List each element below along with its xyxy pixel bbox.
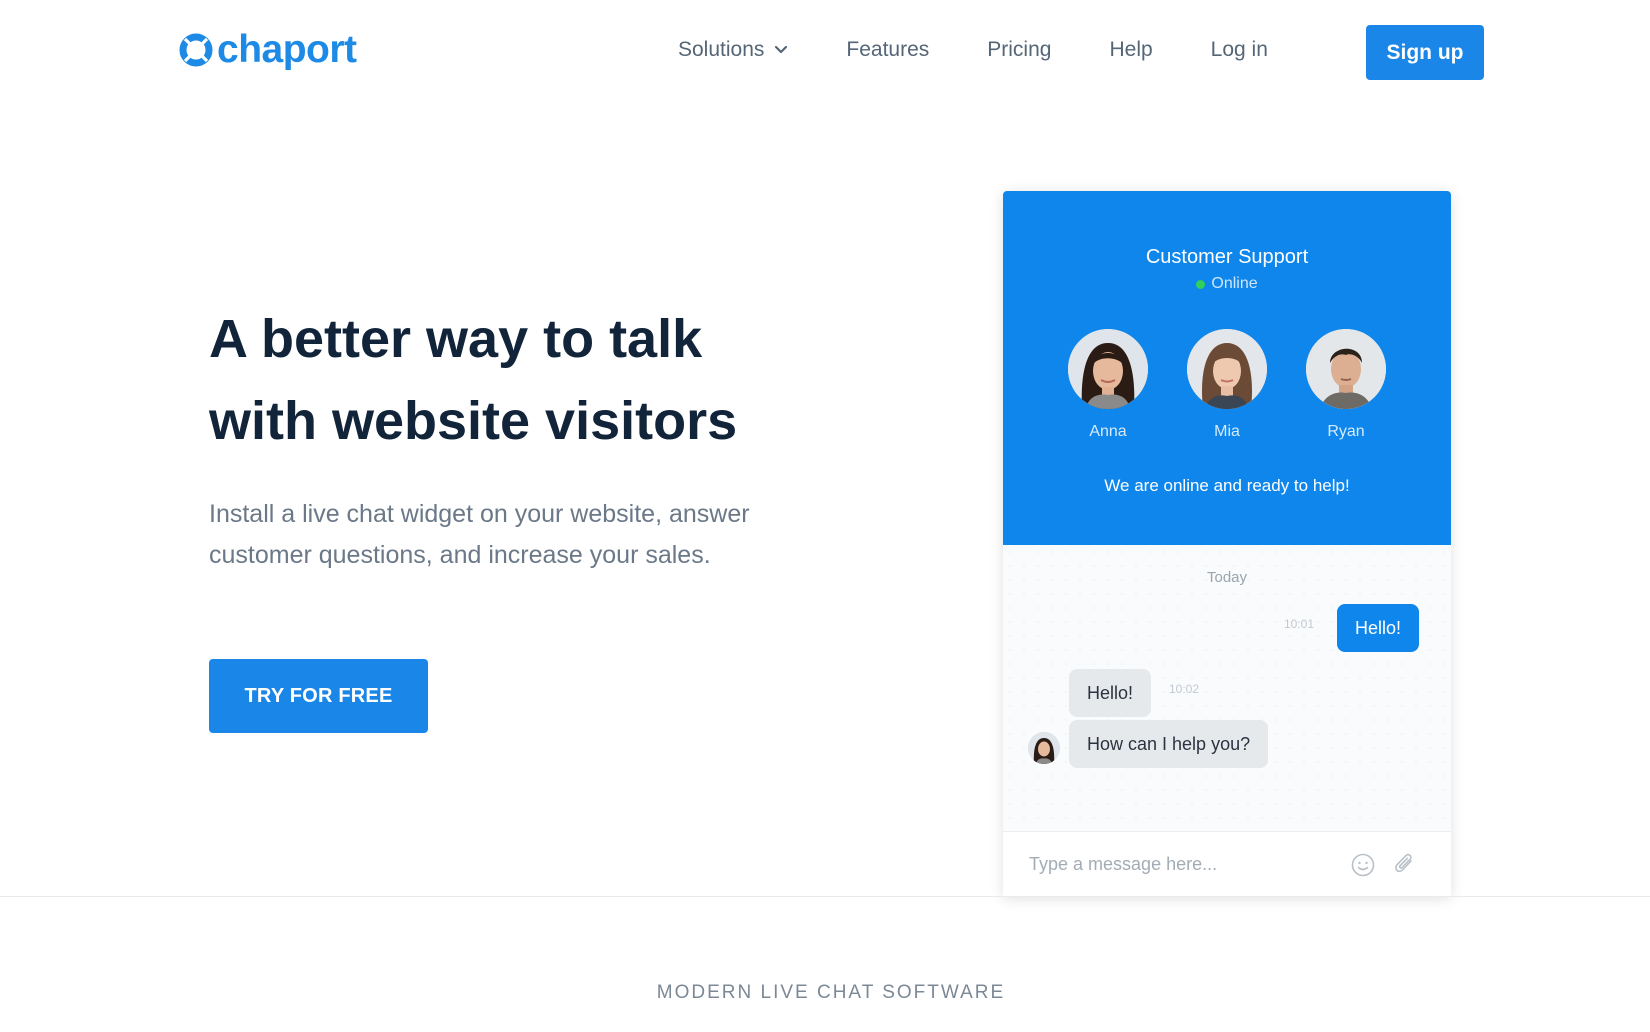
site-header: chaport Solutions Features Pricing Help … [0, 0, 1650, 104]
chat-widget-greeting: We are online and ready to help! [1104, 476, 1350, 495]
chat-widget-preview: Customer Support Online Anna Mia Ryan We… [1003, 191, 1451, 897]
woman-portrait-icon [1068, 329, 1148, 409]
brand-name: chaport [217, 28, 357, 71]
lifebuoy-icon [179, 33, 213, 66]
day-divider: Today [1206, 569, 1248, 586]
nav-features[interactable]: Features [846, 38, 929, 62]
chevron-down-icon [775, 45, 788, 54]
hero-title-line-1: A better way to talk [209, 309, 703, 369]
online-status: Online [1003, 275, 1451, 293]
paperclip-icon[interactable] [1393, 852, 1417, 878]
nav-pricing[interactable]: Pricing [987, 38, 1051, 62]
message-time: 10:01 [1284, 617, 1315, 631]
hero-subtitle: Install a live chat widget on your websi… [209, 500, 750, 569]
incoming-message: Hello! [1069, 669, 1152, 717]
emoji-icon[interactable] [1351, 853, 1375, 877]
agent-name: Ryan [1327, 423, 1365, 440]
section-divider [0, 896, 1650, 897]
section-label: MODERN LIVE CHAT SOFTWARE [656, 982, 1006, 1003]
woman-portrait-icon [1028, 732, 1060, 764]
try-for-free-button[interactable]: TRY FOR FREE [209, 659, 428, 733]
nav-solutions[interactable]: Solutions [678, 38, 788, 62]
agent-mini-avatar [1028, 732, 1060, 764]
agent-list: Anna Mia Ryan [1003, 329, 1451, 441]
agent-name: Mia [1214, 423, 1240, 440]
online-status-label: Online [1211, 275, 1258, 292]
nav-login[interactable]: Log in [1211, 38, 1268, 62]
online-dot-icon [1196, 279, 1206, 289]
message-input[interactable]: Type a message here... [1029, 854, 1217, 875]
chat-widget-title: Customer Support [1145, 246, 1309, 268]
man-portrait-icon [1306, 329, 1386, 409]
incoming-message: How can I help you? [1069, 720, 1269, 768]
chat-conversation[interactable]: Today 10:01 Hello! Hello! 10:02 How can … [1003, 545, 1451, 831]
brand-logo[interactable]: chaport [179, 30, 357, 69]
hero-title-line-2: with website visitors [209, 391, 738, 451]
message-composer: Type a message here... [1003, 831, 1451, 897]
main-nav: Solutions Features Pricing Help Log in [678, 38, 1268, 62]
message-time: 10:02 [1169, 682, 1200, 696]
nav-help[interactable]: Help [1109, 38, 1152, 62]
agent-ryan: Ryan [1306, 329, 1386, 441]
agent-name: Anna [1089, 423, 1127, 440]
agent-anna: Anna [1068, 329, 1148, 441]
agent-avatar [1068, 329, 1148, 409]
chat-widget-header: Customer Support Online Anna Mia Ryan We… [1003, 191, 1451, 545]
agent-avatar [1187, 329, 1267, 409]
agent-mia: Mia [1187, 329, 1267, 441]
hero-title: A better way to talk with website visito… [209, 298, 829, 462]
signup-button[interactable]: Sign up [1366, 25, 1484, 80]
nav-solutions-label: Solutions [678, 38, 765, 61]
woman-portrait-icon [1187, 329, 1267, 409]
outgoing-message: Hello! [1336, 604, 1419, 652]
agent-avatar [1306, 329, 1386, 409]
